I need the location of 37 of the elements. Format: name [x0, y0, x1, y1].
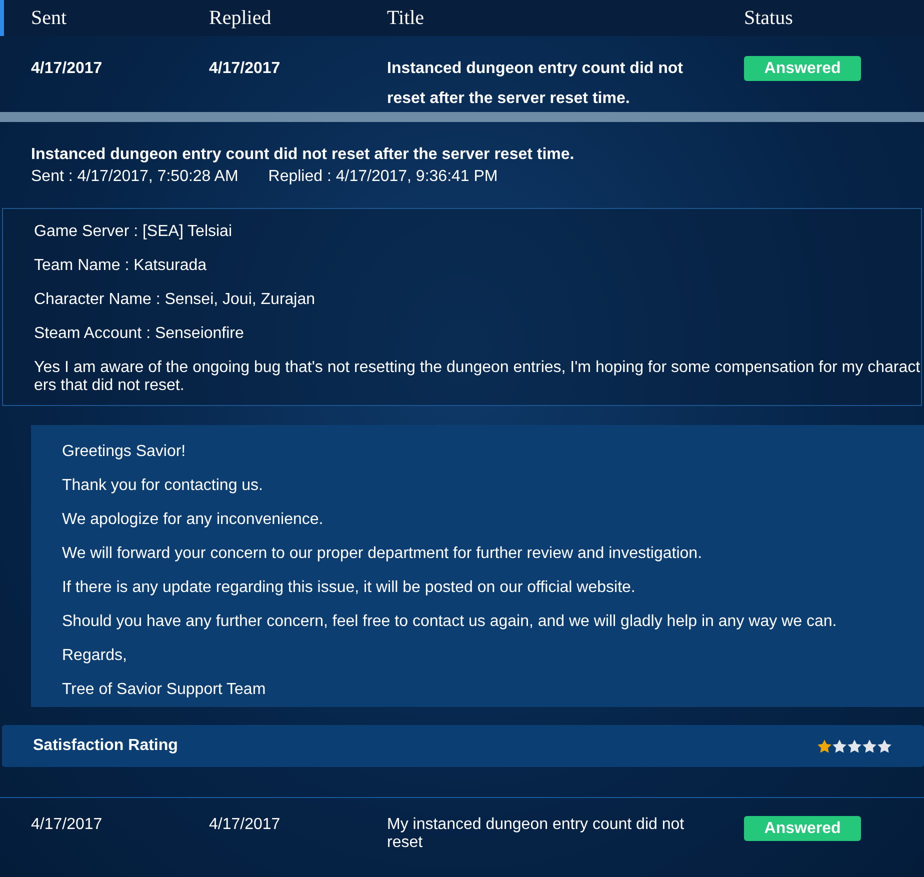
question-line: Yes I am aware of the ongoing bug that's not resetting the dungeon entries, I'm hoping for some compensation for my characters that did not reset. — [34, 359, 921, 395]
question-line: Character Name : Sensei, Joui, Zurajan — [34, 291, 316, 309]
ticket-row[interactable]: 4/17/2017 4/17/2017 My instanced dungeon entry count did not reset Answered — [0, 797, 924, 852]
status-badge: Answered — [744, 816, 861, 841]
question-line: Game Server : [SEA] Telsiai — [34, 223, 233, 241]
star-rating[interactable] — [817, 738, 892, 754]
replied-time: Replied : 4/17/2017, 9:36:41 PM — [268, 168, 498, 186]
sent-date: 4/17/2017 — [31, 816, 104, 835]
column-header: Sent — [31, 6, 68, 30]
answer-line: Should you have any further concern, feel free to contact us again, and we will gladly help in any way we can. — [62, 613, 838, 631]
question-line: Steam Account : Senseionfire — [34, 325, 245, 343]
star-icon[interactable] — [862, 738, 877, 754]
sent-date: 4/17/2017 — [31, 59, 104, 79]
sent-time: Sent : 4/17/2017, 7:50:28 AM — [31, 168, 238, 186]
answer-line: Tree of Savior Support Team — [62, 681, 267, 699]
answer-line: Regards, — [62, 647, 128, 665]
status-badge: Answered — [744, 56, 861, 81]
answer-line: If there is any update regarding this issue, it will be posted on our official website. — [62, 579, 636, 597]
replied-date: 4/17/2017 — [209, 59, 282, 79]
ticket-title: My instanced dungeon entry count did not reset — [387, 816, 686, 852]
star-icon[interactable] — [877, 738, 892, 754]
star-icon[interactable] — [847, 738, 862, 754]
answer-line: Thank you for contacting us. — [62, 477, 264, 495]
replied-date: 4/17/2017 — [209, 816, 282, 835]
rating-label: Satisfaction Rating — [33, 737, 178, 755]
answer-line: We apologize for any inconvenience. — [62, 511, 324, 529]
ticket-row[interactable]: 4/17/2017 4/17/2017 Instanced dungeon entry count did not reset after the server reset time. Answered — [0, 36, 924, 112]
answer-line: Greetings Savior! — [62, 443, 187, 461]
answer-line: We will forward your concern to our proper department for further review and investigation. — [62, 545, 704, 563]
star-icon[interactable] — [832, 738, 847, 754]
column-header: Title — [387, 6, 426, 30]
column-header: Status — [744, 6, 794, 30]
ticket-title: Instanced dungeon entry count did not reset after the server reset time. — [387, 59, 684, 109]
ticket-title: Instanced dungeon entry count did not reset after the server reset time. — [30, 145, 576, 165]
question-line: Team Name : Katsurada — [34, 257, 208, 275]
star-icon[interactable] — [817, 738, 832, 754]
column-header: Replied — [209, 6, 272, 30]
